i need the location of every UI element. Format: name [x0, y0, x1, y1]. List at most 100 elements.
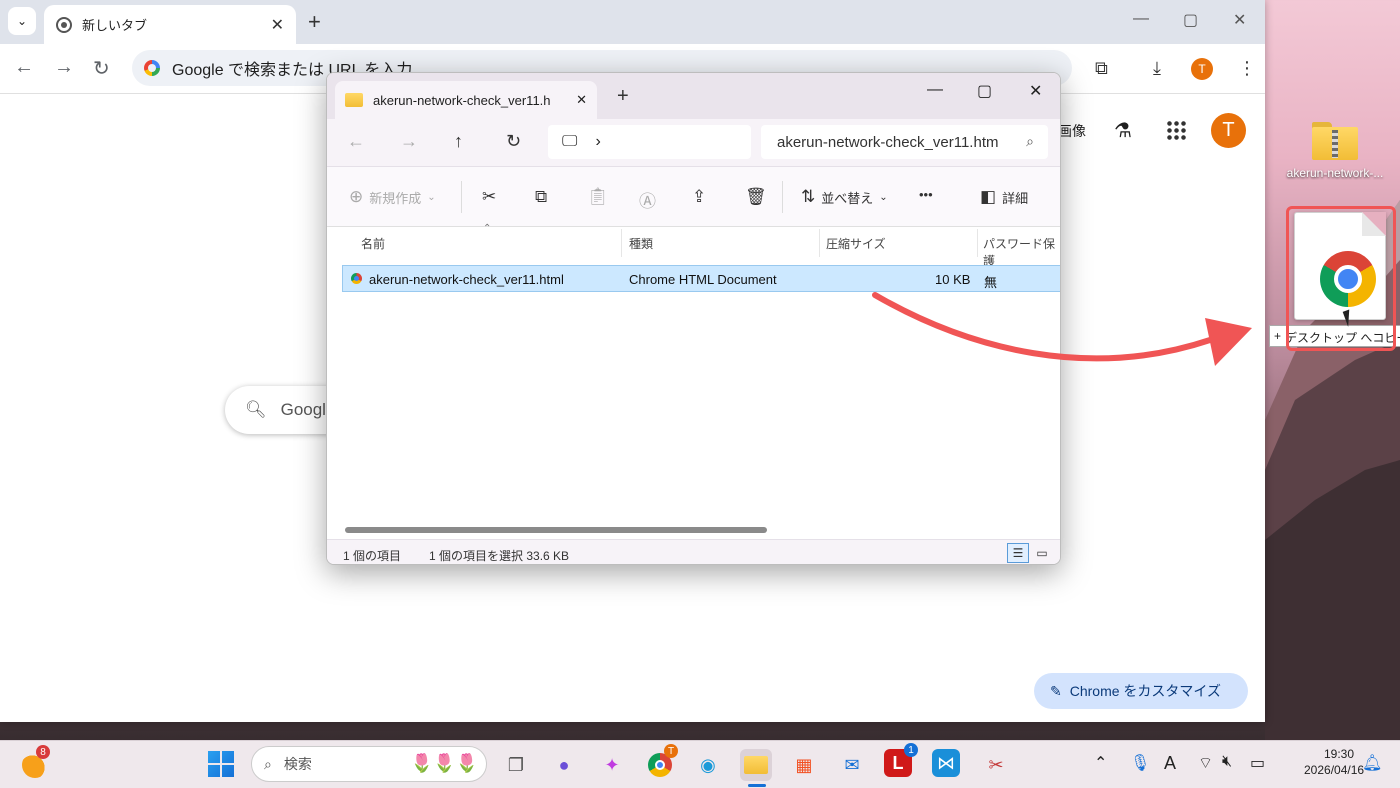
menu-kebab-icon[interactable]: ⋮ — [1238, 58, 1256, 79]
back-icon[interactable]: ← — [14, 56, 34, 79]
details-pane-icon: ◧ — [980, 187, 997, 206]
chevron-down-icon: ⌄ — [16, 14, 28, 28]
explorer-search-input[interactable]: akerun-network-check_ver11.htm ⌕ — [761, 125, 1048, 159]
search-icon: ⌕ — [264, 755, 272, 772]
battery-charging-icon[interactable]: ▭ — [1250, 753, 1265, 773]
paste-icon[interactable]: 📋︎ — [587, 187, 609, 207]
explorer-tab[interactable]: akerun-network-check_ver11.h ✕ — [335, 81, 597, 119]
details-view-icon[interactable]: ☰ — [1007, 543, 1029, 563]
tab-close-icon[interactable]: ✕ — [576, 92, 587, 108]
customize-chrome-button[interactable]: ✎ Chrome をカスタマイズ — [1034, 673, 1248, 709]
column-header-compressed-size[interactable]: 圧縮サイズ — [826, 235, 886, 252]
explorer-tab-title: akerun-network-check_ver11.h — [373, 92, 551, 108]
cut-icon[interactable]: ✂ — [482, 187, 496, 207]
desktop-zip-folder-label: akerun-network-... — [1286, 166, 1384, 180]
profile-avatar-small[interactable]: T — [1191, 58, 1213, 80]
explorer-command-bar: ⊕ 新規作成 ⌄ ✂ ⧉ 📋︎ Ⓐ ⇪ 🗑︎ ⇅ 並べ替え ⌄ ••• ◧ 詳細 — [327, 167, 1060, 227]
pencil-icon: ✎ — [1050, 682, 1062, 699]
tab-search-button[interactable]: ⌄ — [8, 7, 36, 35]
taskbar-search-box[interactable]: ⌕ 検索 🌷🌷🌷 — [251, 746, 487, 782]
search-icon: ⌕ — [1026, 133, 1034, 149]
mail-icon[interactable]: ✉ — [836, 749, 868, 781]
new-tab-button[interactable]: + — [308, 9, 321, 35]
new-label: 新規作成 — [369, 190, 422, 206]
google-g-icon — [144, 60, 160, 76]
taskbar: 8 ⌕ 検索 🌷🌷🌷 ❐ ● ✦ T ◉ ▦ ✉ L 1 ⋈ ✂ ⌃ 🎙︎ A … — [0, 740, 1400, 788]
column-header-type[interactable]: 種類 — [629, 235, 653, 252]
download-icon[interactable]: ⤓ — [1153, 58, 1161, 79]
file-name: akerun-network-check_ver11.html — [369, 272, 564, 287]
copilot-icon[interactable]: ✦ — [596, 749, 628, 781]
forward-icon[interactable]: → — [54, 56, 74, 79]
remote-app-icon[interactable]: ⋈ — [932, 749, 960, 777]
customize-label: Chrome をカスタマイズ — [1069, 683, 1221, 699]
delete-icon[interactable]: 🗑︎ — [745, 187, 767, 207]
file-explorer-taskbar-icon[interactable] — [740, 749, 772, 781]
details-label: 詳細 — [1002, 190, 1029, 206]
extensions-icon[interactable]: ⧉ — [1095, 58, 1108, 79]
sort-button[interactable]: ⇅ 並べ替え ⌄ — [801, 187, 888, 207]
ntp-search-text: Googl — [280, 400, 326, 419]
back-icon[interactable]: ← — [347, 131, 365, 152]
copy-icon[interactable]: ⧉ — [535, 187, 547, 207]
volume-muted-icon[interactable]: 🔇︎ — [1222, 753, 1232, 771]
up-icon[interactable]: ↑ — [454, 131, 463, 152]
new-button[interactable]: ⊕ 新規作成 ⌄ — [349, 187, 436, 207]
forward-icon[interactable]: → — [400, 131, 418, 152]
explorer-new-tab-button[interactable]: + — [617, 85, 629, 108]
teams-icon[interactable]: ● — [548, 749, 580, 781]
desktop-zip-folder[interactable]: akerun-network-... — [1280, 122, 1390, 180]
chrome-file-icon — [351, 273, 362, 284]
task-view-icon[interactable]: ❐ — [500, 749, 532, 781]
profile-avatar-large[interactable]: T — [1211, 113, 1246, 148]
sort-label: 並べ替え — [821, 190, 874, 206]
maximize-button[interactable]: ▢ — [1183, 10, 1198, 30]
chrome-tab-newtab[interactable]: 新しいタブ ✕ — [44, 5, 296, 44]
l-app-badge: 1 — [904, 743, 918, 757]
clock[interactable]: 19:30 2026/04/16 — [1304, 746, 1364, 778]
wifi-icon[interactable]: ⌔ — [1198, 753, 1213, 773]
notification-bell-icon[interactable]: 🔔︎ — [1362, 753, 1382, 773]
sort-caret-icon: ⌃ — [483, 223, 492, 234]
tab-title: 新しいタブ — [82, 18, 148, 33]
tiles-view-icon[interactable]: ▭ — [1031, 543, 1053, 563]
google-apps-icon[interactable] — [1166, 120, 1186, 140]
labs-flask-icon[interactable]: ⚗ — [1114, 118, 1132, 143]
minimize-button[interactable]: — — [927, 81, 943, 99]
tulips-icon: 🌷🌷🌷 — [410, 753, 478, 773]
address-bar[interactable]: 🖵 › — [548, 125, 751, 159]
reload-icon[interactable]: ↻ — [93, 56, 110, 81]
details-button[interactable]: ◧ 詳細 — [980, 187, 1028, 207]
minimize-button[interactable]: — — [1133, 10, 1149, 28]
ime-indicator[interactable]: A — [1164, 753, 1176, 774]
column-header-password[interactable]: パスワード保護 — [983, 235, 1060, 269]
refresh-icon[interactable]: ↻ — [506, 131, 521, 152]
tab-close-icon[interactable]: ✕ — [271, 15, 284, 35]
images-link[interactable]: 画像 — [1058, 121, 1086, 141]
rename-icon[interactable]: Ⓐ — [639, 187, 656, 212]
search-icon: 🔍︎ — [245, 400, 267, 419]
sort-icon: ⇅ — [801, 187, 816, 206]
store-icon[interactable]: ▦ — [788, 749, 820, 781]
horizontal-scrollbar[interactable] — [345, 527, 767, 533]
snipping-tool-icon[interactable]: ✂ — [980, 749, 1012, 781]
clock-time: 19:30 — [1323, 747, 1354, 761]
close-window-button[interactable]: ✕ — [1233, 10, 1246, 30]
windows-start-icon[interactable] — [208, 751, 234, 777]
this-pc-icon: 🖵 — [562, 133, 578, 150]
chevron-down-icon: ⌄ — [879, 191, 888, 203]
explorer-titlebar: akerun-network-check_ver11.h ✕ + — ▢ ✕ — [327, 73, 1060, 119]
share-icon[interactable]: ⇪ — [692, 187, 706, 207]
more-options-button[interactable]: ••• — [919, 187, 933, 202]
chrome-profile-badge: T — [664, 744, 678, 758]
close-window-button[interactable]: ✕ — [1029, 81, 1042, 101]
edge-icon[interactable]: ◉ — [692, 749, 724, 781]
microphone-icon[interactable]: 🎙︎ — [1130, 753, 1150, 773]
chevron-up-icon[interactable]: ⌃ — [1094, 753, 1107, 773]
maximize-button[interactable]: ▢ — [977, 81, 992, 101]
column-header-name[interactable]: 名前 — [361, 235, 385, 252]
highlight-box — [1286, 206, 1396, 351]
taskbar-search-placeholder: 検索 — [283, 756, 312, 772]
drag-arrow-annotation — [872, 292, 1252, 366]
plus-icon: + — [1274, 329, 1282, 343]
